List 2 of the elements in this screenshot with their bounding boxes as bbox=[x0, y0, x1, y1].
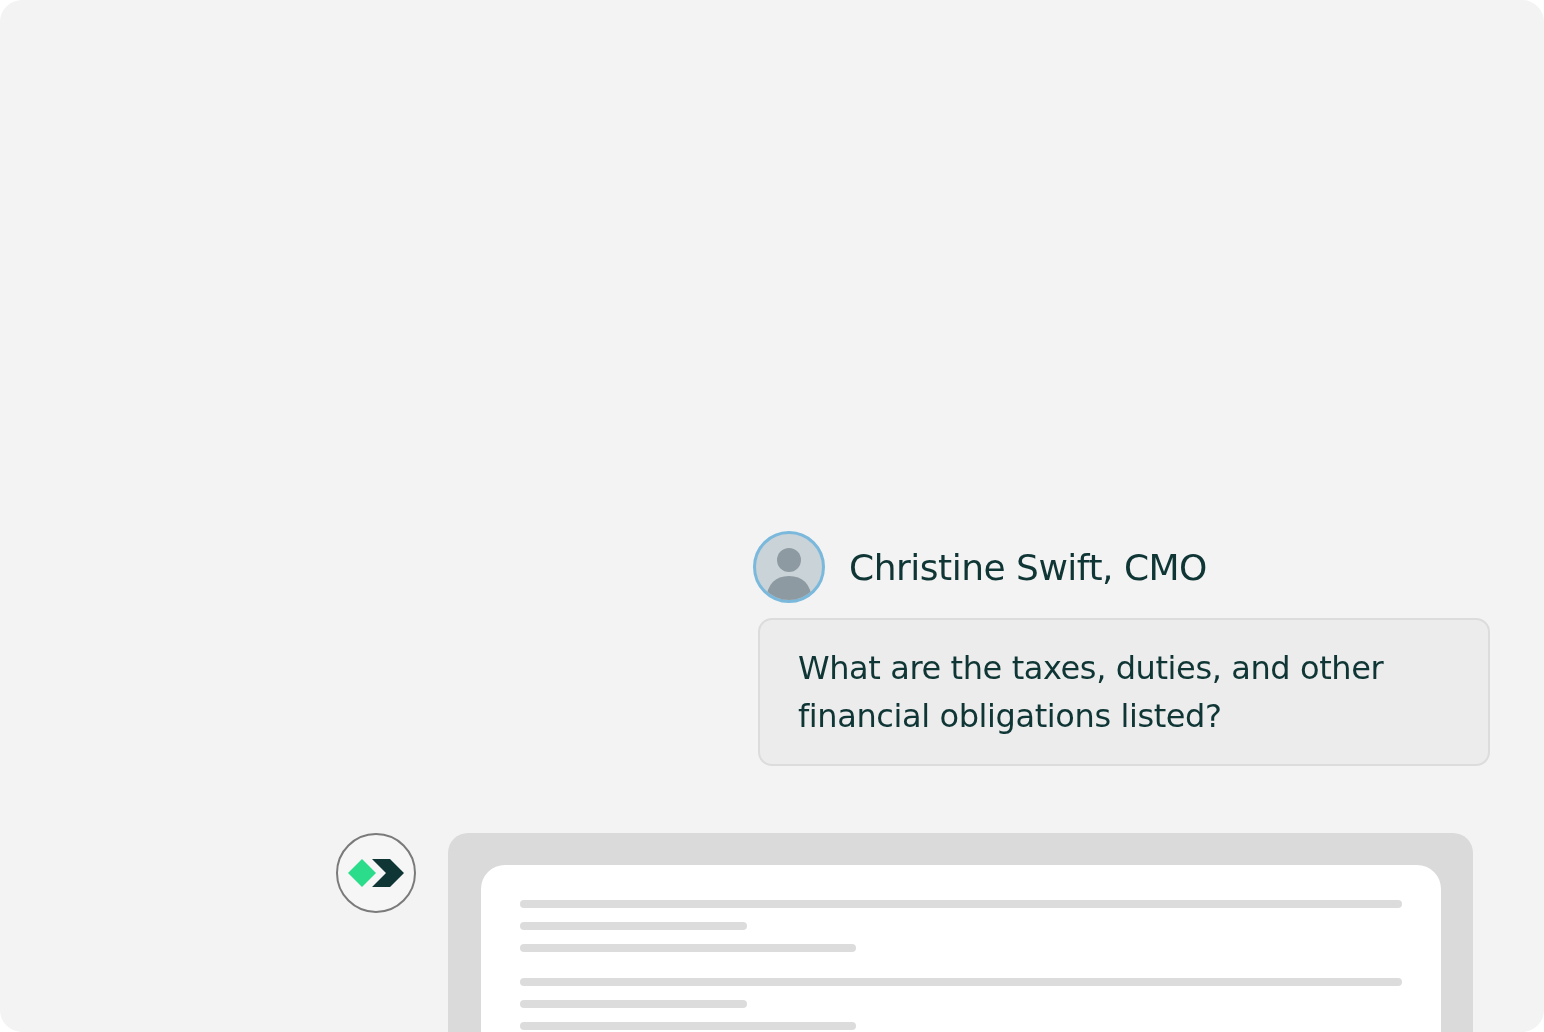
message-bubble: What are the taxes, duties, and other financial obligations listed? bbox=[758, 618, 1490, 766]
author-name: Christine Swift, CMO bbox=[849, 546, 1207, 588]
